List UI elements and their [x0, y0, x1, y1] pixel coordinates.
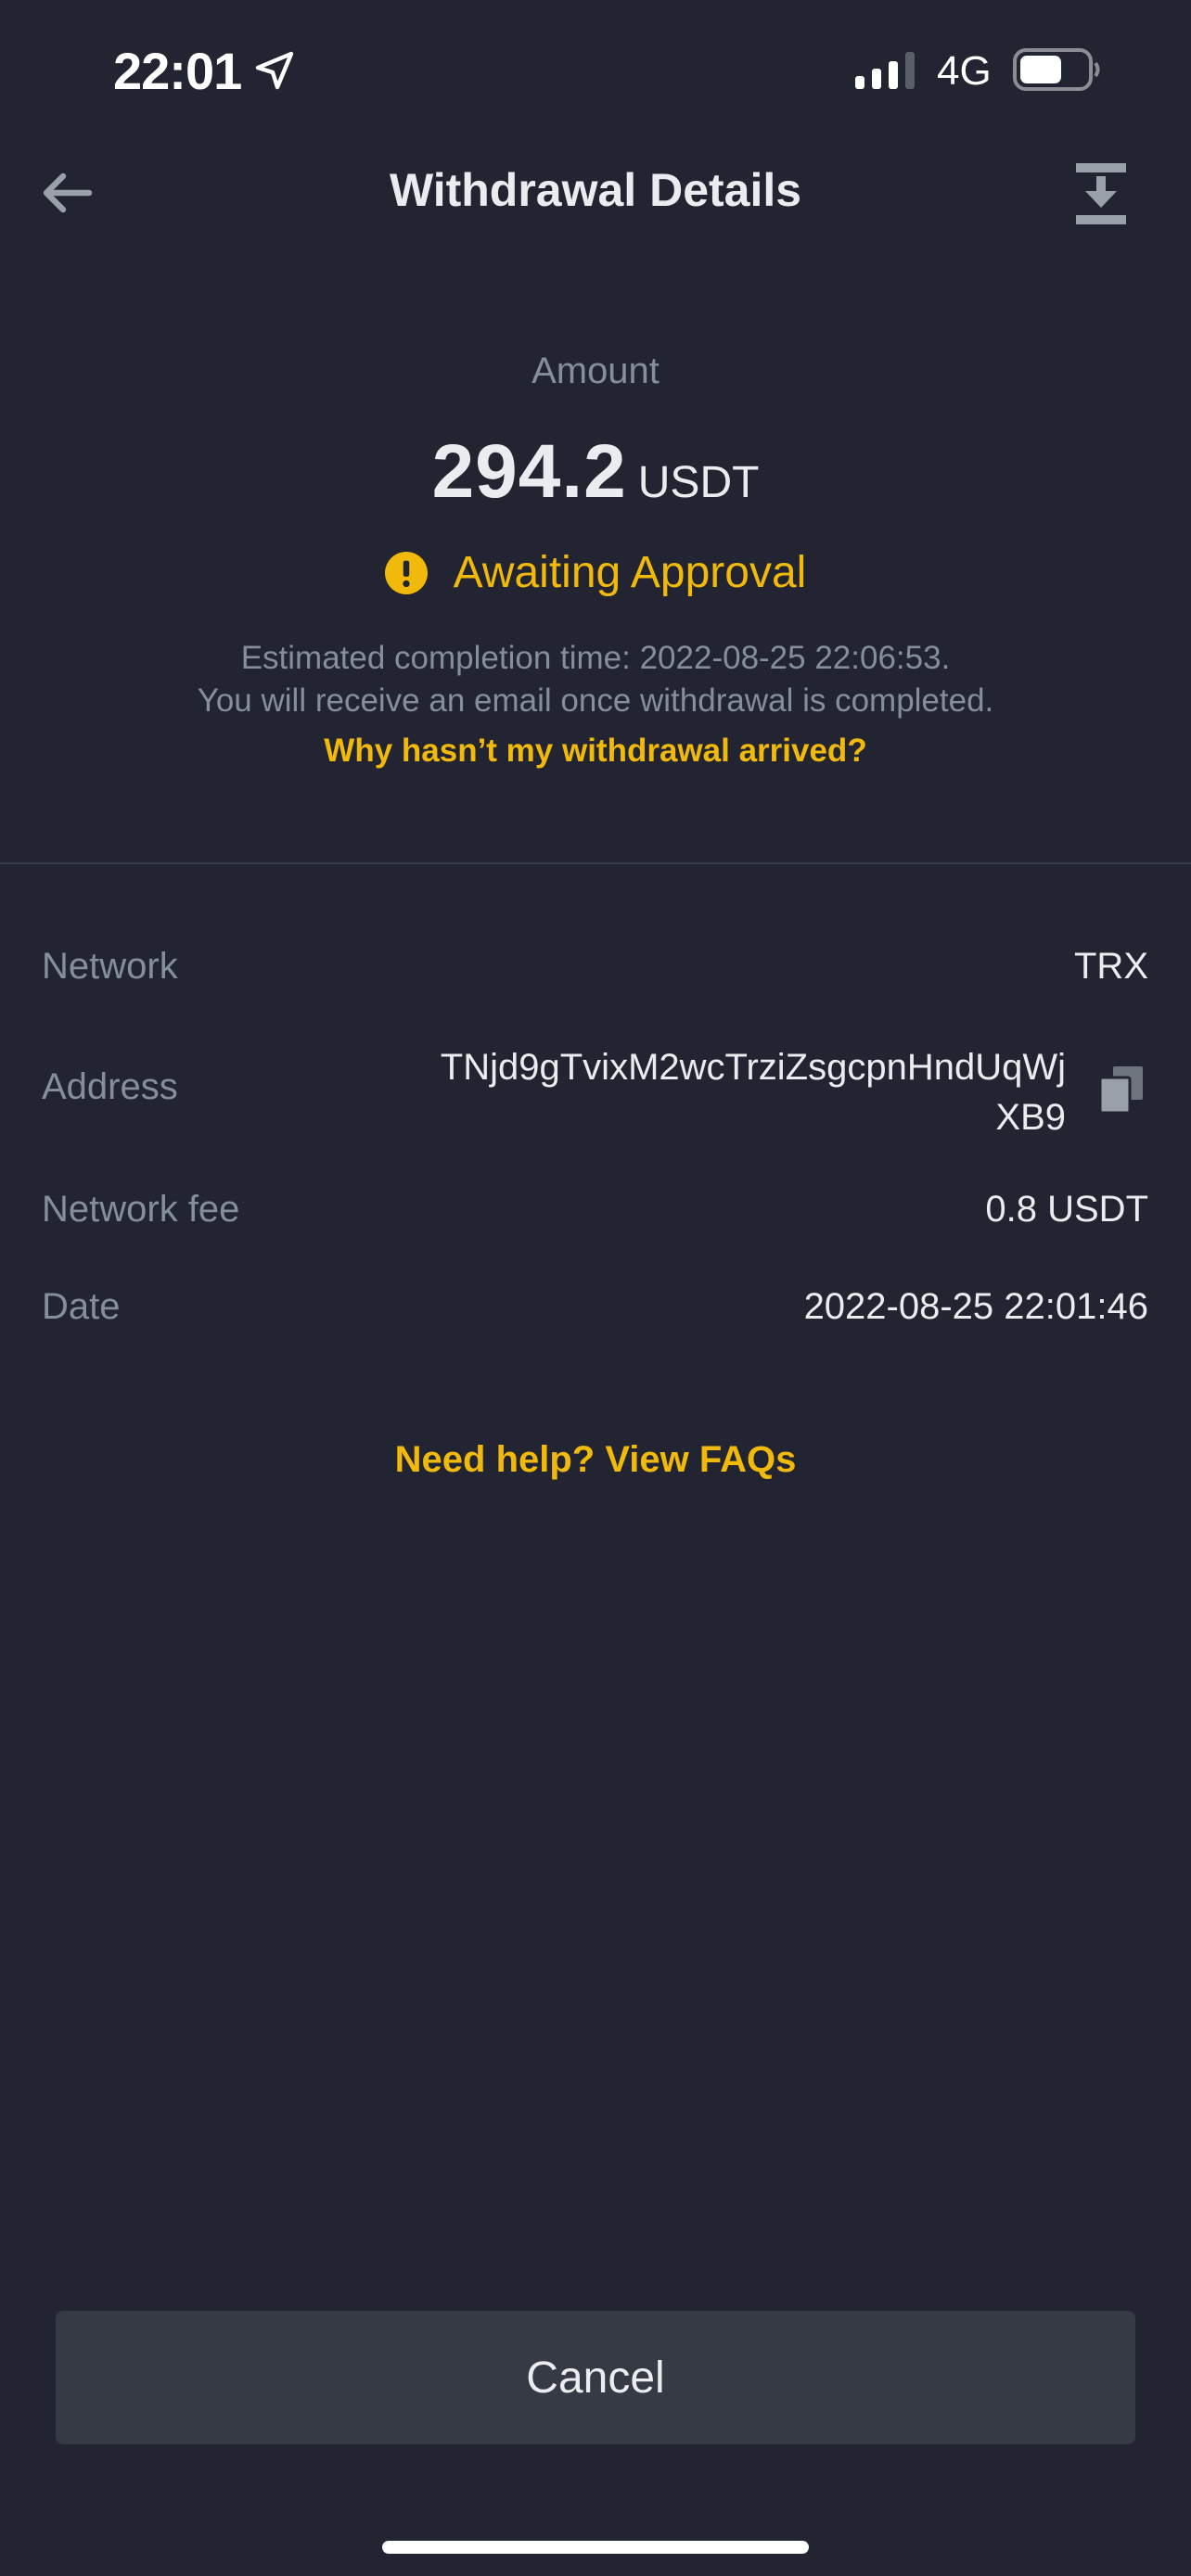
status-text: Awaiting Approval	[453, 548, 807, 597]
nav-bar: Withdrawal Details	[0, 139, 1191, 250]
date-value: 2022-08-25 22:01:46	[803, 1286, 1148, 1327]
faq-link[interactable]: Need help? View FAQs	[0, 1439, 1191, 1481]
location-arrow-icon	[255, 51, 294, 90]
network-type: 4G	[937, 48, 992, 94]
amount-label: Amount	[531, 351, 660, 391]
download-icon[interactable]	[1074, 161, 1128, 226]
cancel-button[interactable]: Cancel	[56, 2311, 1135, 2444]
withdrawal-details-screen: 22:01 4G Withdrawal Details Amount 294.2…	[0, 0, 1191, 2576]
network-fee-label: Network fee	[42, 1189, 240, 1230]
signal-icon	[855, 52, 915, 89]
status-time: 22:01	[113, 42, 242, 100]
address-value: TNjd9gTvixM2wcTrziZsgcpnHndUqWjXB9	[440, 1047, 1066, 1138]
battery-icon	[1013, 48, 1100, 91]
network-value: TRX	[1074, 946, 1148, 987]
divider	[0, 862, 1191, 864]
page-title: Withdrawal Details	[389, 164, 802, 216]
network-fee-value: 0.8 USDT	[985, 1189, 1148, 1230]
amount-unit: USDT	[637, 458, 760, 507]
email-notice-text: You will receive an email once withdrawa…	[197, 682, 994, 719]
amount-row: 294.2 USDT	[0, 428, 1191, 516]
home-indicator[interactable]	[382, 2541, 809, 2554]
date-label: Date	[42, 1286, 121, 1327]
estimated-completion-text: Estimated completion time: 2022-08-25 22…	[240, 640, 951, 676]
amount-value: 294.2	[431, 429, 627, 514]
copy-icon[interactable]	[1100, 1066, 1143, 1113]
withdrawal-help-link[interactable]: Why hasn’t my withdrawal arrived?	[0, 733, 1191, 770]
status-bar: 22:01 4G	[0, 0, 1191, 139]
warning-icon	[384, 551, 428, 594]
address-label: Address	[42, 1066, 178, 1107]
network-label: Network	[42, 946, 178, 987]
status-row: Awaiting Approval	[0, 547, 1191, 598]
